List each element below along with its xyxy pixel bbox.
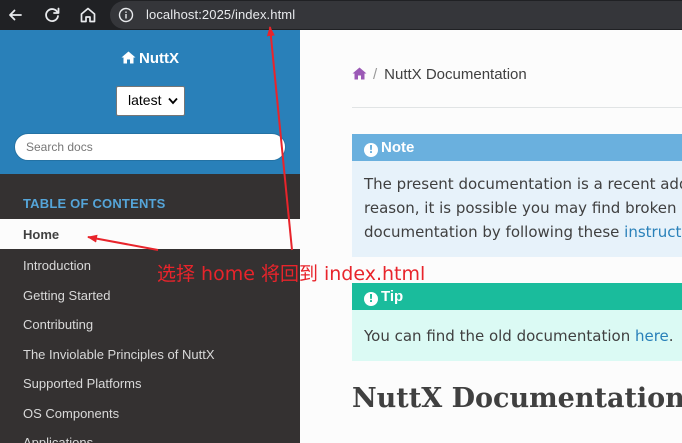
breadcrumb: / NuttX Documentation bbox=[352, 66, 527, 83]
instructions-link[interactable]: instructio bbox=[624, 223, 682, 241]
main-content: / NuttX Documentation ! Note The present d… bbox=[300, 30, 682, 443]
breadcrumb-separator: / bbox=[373, 66, 378, 83]
url-host: localhost:2025 bbox=[146, 7, 232, 22]
home-icon[interactable] bbox=[352, 67, 367, 80]
home-icon bbox=[121, 51, 136, 64]
url-path: /index.html bbox=[231, 7, 296, 22]
url-text: localhost:2025/index.html bbox=[146, 7, 295, 22]
toc-item-label: Introduction bbox=[23, 258, 91, 273]
tip-admonition: ! Tip You can find the old documentation … bbox=[352, 283, 682, 361]
divider bbox=[352, 107, 682, 108]
note-text: documentation by following these bbox=[364, 223, 625, 241]
note-body: The present documentation is a recent ad… bbox=[352, 161, 682, 257]
toc-caption: TABLE OF CONTENTS bbox=[23, 196, 166, 211]
version-select[interactable]: latest bbox=[116, 86, 185, 116]
search-input[interactable]: Search docs bbox=[14, 133, 286, 161]
toc-item-supported-platforms[interactable]: Supported Platforms bbox=[0, 368, 300, 398]
sidebar: NuttX latest Search docs TABLE OF CONTEN… bbox=[0, 30, 300, 443]
chevron-down-icon bbox=[168, 97, 178, 105]
toc-item-applications[interactable]: Applications bbox=[0, 427, 300, 443]
arrow-left-icon bbox=[9, 9, 22, 21]
reload-button[interactable] bbox=[41, 4, 63, 26]
browser-toolbar: localhost:2025/index.html bbox=[0, 0, 682, 30]
toc-item-label: Getting Started bbox=[23, 288, 111, 303]
brand-link[interactable]: NuttX bbox=[0, 50, 300, 67]
note-line: The present documentation is a recent ad… bbox=[364, 175, 682, 193]
tip-body: You can find the old documentation here. bbox=[352, 310, 682, 361]
address-bar[interactable]: localhost:2025/index.html bbox=[110, 1, 682, 29]
search-placeholder: Search docs bbox=[26, 140, 93, 154]
reload-icon bbox=[45, 7, 60, 22]
toc-item-label: Supported Platforms bbox=[23, 376, 142, 391]
toc-item-label: The Inviolable Principles of NuttX bbox=[23, 347, 215, 362]
note-line: reason, it is possible you may find brok… bbox=[364, 199, 682, 217]
toc-item-contributing[interactable]: Contributing bbox=[0, 309, 300, 339]
toc-item-label: Applications bbox=[23, 435, 94, 443]
exclamation-icon: ! bbox=[364, 143, 378, 157]
exclamation-icon: ! bbox=[364, 292, 378, 306]
note-title: ! Note bbox=[352, 134, 682, 161]
note-admonition: ! Note The present documentation is a rec… bbox=[352, 134, 682, 257]
info-icon[interactable] bbox=[118, 7, 134, 23]
brand-name: NuttX bbox=[139, 50, 179, 67]
old-docs-link[interactable]: here bbox=[635, 327, 669, 345]
page-title: NuttX Documentation bbox=[352, 383, 682, 414]
home-icon bbox=[80, 7, 96, 23]
breadcrumb-current: NuttX Documentation bbox=[384, 66, 527, 83]
tip-tail: . bbox=[668, 327, 674, 345]
tip-title: ! Tip bbox=[352, 283, 682, 310]
note-title-text: Note bbox=[381, 139, 415, 156]
toc-item-home[interactable]: Home bbox=[0, 219, 300, 249]
tip-text: You can find the old documentation bbox=[364, 327, 635, 345]
toc-item-principles[interactable]: The Inviolable Principles of NuttX bbox=[0, 339, 300, 369]
sidebar-header: NuttX latest Search docs bbox=[0, 30, 300, 174]
toc-item-label: OS Components bbox=[23, 406, 120, 421]
toc-item-os-components[interactable]: OS Components bbox=[0, 398, 300, 428]
home-button[interactable] bbox=[77, 4, 99, 26]
toc-item-label: Contributing bbox=[23, 317, 94, 332]
tip-title-text: Tip bbox=[381, 288, 404, 305]
version-value: latest bbox=[128, 92, 162, 108]
back-button[interactable] bbox=[4, 4, 26, 26]
note-line: documentation by following these instruc… bbox=[364, 220, 682, 244]
annotation-label: 选择 home 将回到 index.html bbox=[157, 263, 426, 285]
toc-item-label: Home bbox=[23, 227, 60, 242]
